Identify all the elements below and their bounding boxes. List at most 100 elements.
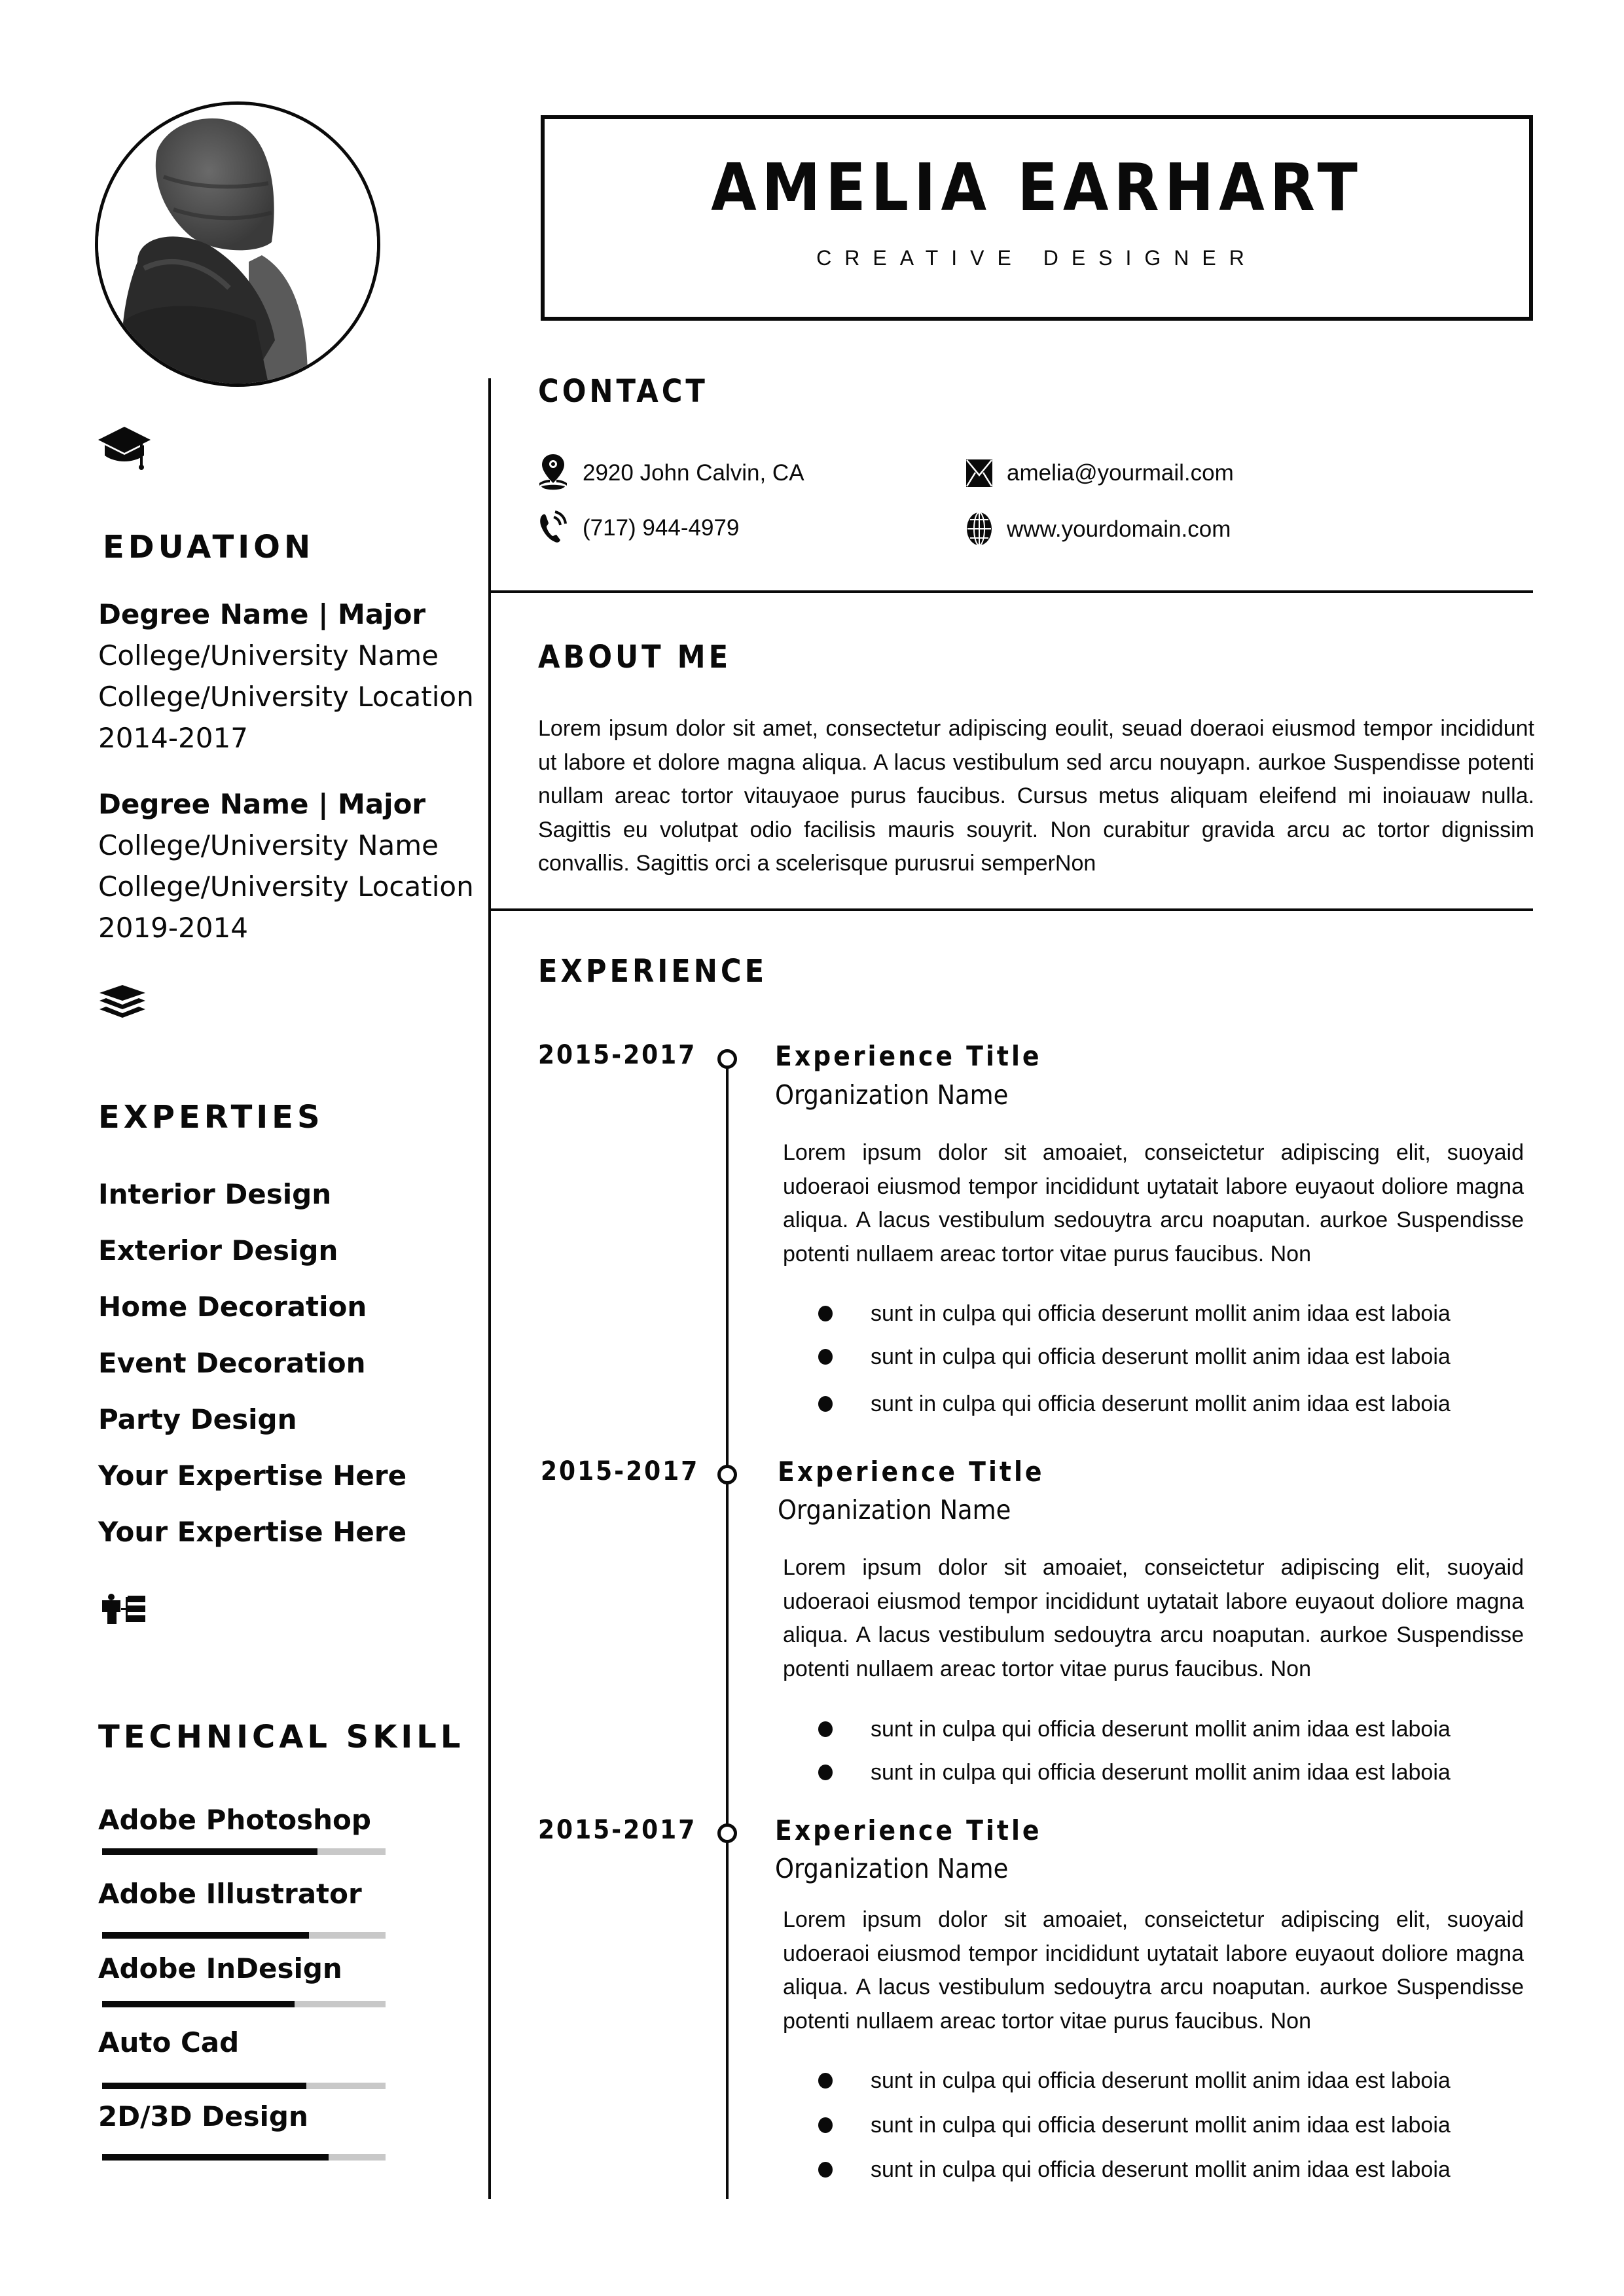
education-years: 2019-2014	[98, 912, 248, 944]
education-entry: Degree Name | Major College/University N…	[98, 783, 474, 948]
contact-address: 2920 John Calvin, CA	[538, 453, 804, 492]
skill-bar-fill	[102, 1848, 318, 1855]
expertise-heading: EXPERTIES	[98, 1099, 324, 1136]
experience-title: Experience Title	[778, 1456, 1045, 1488]
experience-dates: 2015-2017	[538, 1815, 697, 1845]
skill-bar	[102, 1848, 386, 1855]
expertise-item: Exterior Design	[98, 1234, 338, 1266]
organization-name: Organization Name	[778, 1494, 1011, 1526]
education-heading: EDUATION	[103, 529, 315, 565]
expertise-list: Interior Design Exterior Design Home Dec…	[98, 1166, 406, 1560]
bullet-icon	[818, 1306, 833, 1321]
bullet-item: sunt in culpa qui officia deserunt molli…	[818, 1393, 1451, 1415]
email-link[interactable]: amelia@yourmail.com	[1007, 461, 1234, 484]
timeline-marker	[717, 1049, 737, 1069]
contact-phone: (717) 944-4979	[538, 511, 739, 545]
experience-description: Lorem ipsum dolor sit amoaiet, conseicte…	[783, 1140, 1524, 1266]
expertise-item: Event Decoration	[98, 1347, 366, 1379]
skill-bar	[102, 2001, 386, 2007]
expertise-item: Interior Design	[98, 1178, 332, 1210]
timeline-marker	[717, 1465, 737, 1484]
org-chart-person-icon	[102, 1594, 145, 1624]
section-divider-contact	[488, 590, 1533, 593]
experience-title: Experience Title	[775, 1040, 1042, 1072]
bullet-item: sunt in culpa qui officia deserunt molli…	[818, 2159, 1451, 2181]
education-entry: Degree Name | Major College/University N…	[98, 594, 474, 759]
bullet-icon	[818, 1721, 833, 1737]
bullet-icon	[818, 2073, 833, 2089]
website-link[interactable]: www.yourdomain.com	[1007, 518, 1231, 541]
experience-bullets: sunt in culpa qui officia deserunt molli…	[818, 2070, 1451, 2181]
bullet-text: sunt in culpa qui officia deserunt molli…	[871, 1760, 1451, 1785]
experience-dates: 2015-2017	[541, 1456, 700, 1486]
contact-email[interactable]: amelia@yourmail.com	[966, 458, 1234, 487]
contact-heading: CONTACT	[538, 373, 708, 410]
degree-name: Degree Name | Major	[98, 598, 426, 630]
bullet-text: sunt in culpa qui officia deserunt molli…	[871, 1717, 1451, 1742]
person-photo-illustration	[98, 105, 377, 384]
phone-text: (717) 944-4979	[583, 514, 740, 541]
organization-name: Organization Name	[775, 1853, 1009, 1884]
skill-bar	[102, 2083, 386, 2089]
address-text: 2920 John Calvin, CA	[583, 459, 804, 486]
bullet-icon	[818, 1396, 833, 1412]
school-name: College/University Name	[98, 829, 439, 861]
candidate-role: CREATIVE DESIGNER	[816, 246, 1257, 270]
experience-title: Experience Title	[775, 1814, 1042, 1846]
bullet-icon	[818, 2162, 833, 2178]
name-header-box: AMELIA EARHART CREATIVE DESIGNER	[541, 115, 1533, 321]
about-heading: ABOUT ME	[538, 639, 732, 675]
education-years: 2014-2017	[98, 722, 248, 754]
experience-description: Lorem ipsum dolor sit amoaiet, conseicte…	[783, 1555, 1524, 1681]
experience-description: Lorem ipsum dolor sit amoaiet, conseicte…	[783, 1907, 1524, 2034]
bullet-text: sunt in culpa qui officia deserunt molli…	[871, 2068, 1451, 2093]
about-text: Lorem ipsum dolor sit amet, consectetur …	[538, 716, 1534, 876]
bullet-icon	[818, 1765, 833, 1780]
contact-website[interactable]: www.yourdomain.com	[966, 512, 1231, 546]
bullet-icon	[818, 1349, 833, 1365]
bullet-text: sunt in culpa qui officia deserunt molli…	[871, 2113, 1451, 2138]
profile-photo	[95, 101, 380, 387]
skill-bar-fill	[102, 2001, 295, 2007]
phone-icon	[540, 511, 567, 543]
skill-name: Auto Cad	[98, 2026, 240, 2058]
bullet-item: sunt in culpa qui officia deserunt molli…	[818, 1346, 1451, 1368]
column-divider	[488, 378, 491, 2199]
expertise-item: Your Expertise Here	[98, 1516, 407, 1548]
bullet-text: sunt in culpa qui officia deserunt molli…	[871, 1301, 1451, 1326]
school-location: College/University Location	[98, 870, 474, 903]
school-name: College/University Name	[98, 639, 439, 672]
experience-heading: EXPERIENCE	[538, 953, 768, 990]
experience-dates: 2015-2017	[538, 1040, 697, 1070]
section-divider-about	[488, 908, 1533, 911]
location-pin-icon	[539, 454, 567, 490]
bullet-item: sunt in culpa qui officia deserunt molli…	[818, 2070, 1451, 2092]
expertise-item: Your Expertise Here	[98, 1460, 407, 1492]
bullet-item: sunt in culpa qui officia deserunt molli…	[818, 1718, 1451, 1740]
school-location: College/University Location	[98, 681, 474, 713]
bullet-text: sunt in culpa qui officia deserunt molli…	[871, 1391, 1451, 1416]
skill-name: Adobe Illustrator	[98, 1878, 362, 1910]
skill-name: Adobe Photoshop	[98, 1804, 371, 1836]
degree-name: Degree Name | Major	[98, 788, 426, 820]
technical-skill-heading: TECHNICAL SKILL	[98, 1719, 465, 1755]
skill-name: 2D/3D Design	[98, 2100, 308, 2132]
globe-icon	[967, 512, 992, 546]
skill-name: Adobe InDesign	[98, 1952, 342, 1984]
experience-bullets: sunt in culpa qui officia deserunt molli…	[818, 1302, 1451, 1415]
envelope-icon	[966, 459, 992, 487]
skill-bar	[102, 2154, 386, 2161]
expertise-item: Home Decoration	[98, 1291, 367, 1323]
bullet-item: sunt in culpa qui officia deserunt molli…	[818, 1302, 1451, 1325]
timeline-line	[726, 1060, 729, 2199]
bullet-text: sunt in culpa qui officia deserunt molli…	[871, 2157, 1451, 2182]
experience-bullets: sunt in culpa qui officia deserunt molli…	[818, 1718, 1451, 1784]
bullet-text: sunt in culpa qui officia deserunt molli…	[871, 1344, 1451, 1369]
graduation-cap-icon	[98, 427, 151, 470]
skill-bar-fill	[102, 2083, 306, 2089]
layers-icon	[99, 985, 145, 1018]
skill-bar-fill	[102, 2154, 329, 2161]
skill-bar	[102, 1932, 386, 1939]
expertise-item: Party Design	[98, 1403, 297, 1435]
timeline-marker	[717, 1823, 737, 1843]
